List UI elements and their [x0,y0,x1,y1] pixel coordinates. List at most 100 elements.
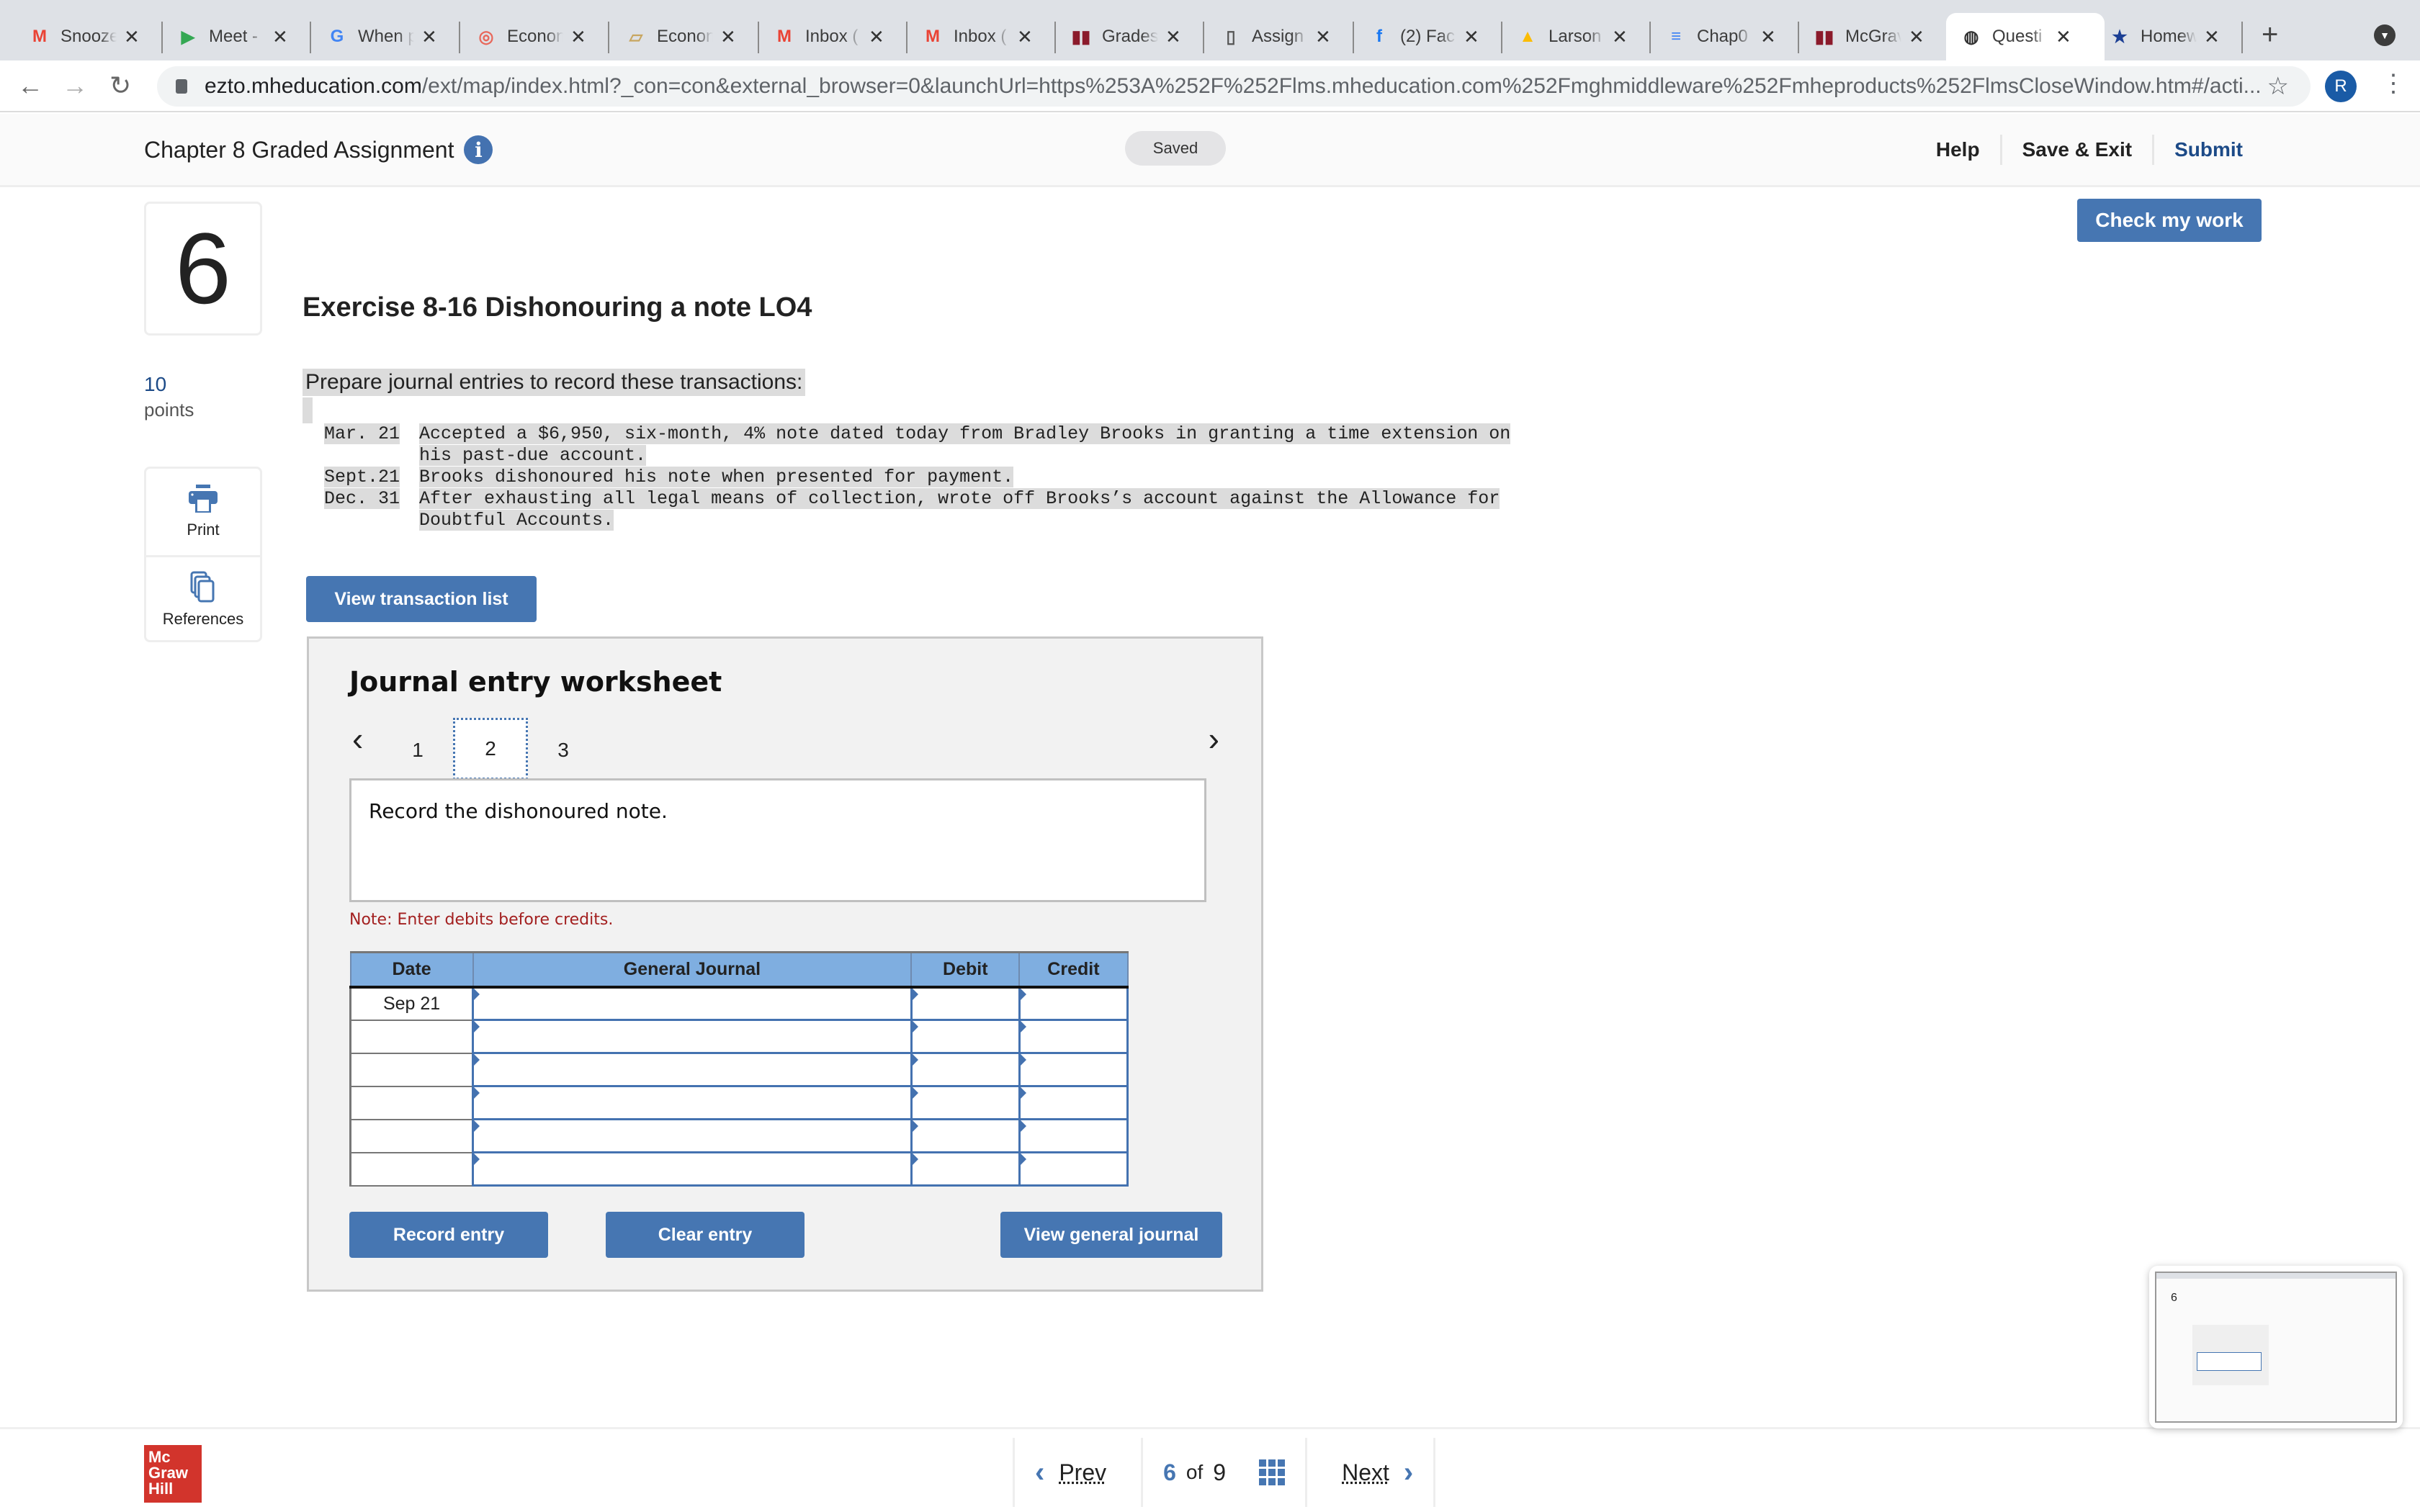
prev-label: Prev [1059,1459,1107,1485]
account-select[interactable] [474,1120,910,1151]
close-tab-icon[interactable]: ✕ [2056,26,2071,48]
question-position[interactable]: 6 of 9 [1141,1438,1305,1507]
credit-input[interactable] [1020,1021,1126,1052]
close-tab-icon[interactable]: ✕ [2204,26,2220,48]
close-tab-icon[interactable]: ✕ [1017,26,1033,48]
tab-search-icon[interactable]: ▼ [2374,24,2396,46]
close-tab-icon[interactable]: ✕ [421,26,437,48]
worksheet-next-chevron-icon[interactable]: › [1209,719,1219,758]
journal-date-cell [349,1020,474,1054]
browser-tab[interactable]: G When p ✕ [312,16,460,58]
url-path: /ext/map/index.html?_con=con&external_br… [421,74,2262,98]
debit-input[interactable] [912,1054,1018,1085]
worksheet-title: Journal entry worksheet [349,666,722,698]
grid-icon[interactable] [1259,1459,1286,1485]
browser-tab[interactable]: ▮▮ Grades ✕ [1056,16,1204,58]
close-tab-icon[interactable]: ✕ [1760,26,1776,48]
credit-input[interactable] [1020,988,1126,1019]
worksheet-prev-chevron-icon[interactable]: ‹ [352,719,363,758]
worksheet-tab-3[interactable]: 3 [526,719,601,781]
worksheet-tab-2[interactable]: 2 [453,718,528,780]
browser-tab[interactable]: ▮▮ McGrav ✕ [1799,16,1948,58]
credit-input[interactable] [1020,1153,1126,1184]
browser-tab[interactable]: f (2) Fac ✕ [1354,16,1502,58]
clear-entry-button[interactable]: Clear entry [606,1212,805,1258]
view-general-journal-button[interactable]: View general journal [1000,1212,1222,1258]
close-tab-icon[interactable]: ✕ [720,26,736,48]
browser-tab[interactable]: ▶ Meet - ✕ [163,16,311,58]
journal-row [349,1052,1129,1087]
worksheet-tab-1[interactable]: 1 [380,719,455,781]
close-tab-icon[interactable]: ✕ [1464,26,1479,48]
debit-cell [910,1052,1021,1087]
close-tab-icon[interactable]: ✕ [1165,26,1181,48]
debit-input[interactable] [912,1021,1018,1052]
account-cell [472,1151,913,1187]
view-transaction-list-button[interactable]: View transaction list [306,576,537,622]
close-tab-icon[interactable]: ✕ [1909,26,1924,48]
transaction-date-text: Dec. 31 [324,488,400,509]
close-tab-icon[interactable]: ✕ [869,26,884,48]
browser-tab[interactable]: M Inbox (✕ [908,16,1056,58]
debit-input[interactable] [912,1120,1018,1151]
account-select[interactable] [474,1054,910,1085]
browser-tab[interactable]: ≡ Chap0 ✕ [1651,16,1799,58]
browser-menu-icon[interactable]: ⋮ [2381,69,2406,98]
browser-tab[interactable]: ★ Homew ✕ [2094,16,2243,58]
references-button[interactable]: References [146,555,260,642]
tab-separator [1054,22,1056,53]
browser-tab[interactable]: ▱ Econon ✕ [611,16,759,58]
bookmark-star-icon[interactable]: ☆ [2267,72,2289,101]
credit-input[interactable] [1020,1054,1126,1085]
debits-credits-note: Note: Enter debits before credits. [349,911,614,929]
address-bar[interactable]: ezto.mheducation.com/ext/map/index.html?… [157,66,2311,107]
profile-avatar[interactable]: R [2325,71,2357,102]
print-button[interactable]: Print [146,469,260,555]
close-tab-icon[interactable]: ✕ [570,26,586,48]
journal-row [349,1085,1129,1120]
close-tab-icon[interactable]: ✕ [1612,26,1628,48]
back-arrow-icon[interactable]: ← [17,71,43,101]
browser-tab[interactable]: ◎ Econon ✕ [461,16,609,58]
browser-tab[interactable]: M Inbox (✕ [759,16,908,58]
debit-cell [910,1019,1021,1054]
close-tab-icon[interactable]: ✕ [124,26,140,48]
account-select[interactable] [474,1087,910,1118]
account-select[interactable] [474,1021,910,1052]
close-tab-icon[interactable]: ✕ [272,26,288,48]
thumbnail-table [2197,1352,2262,1371]
next-button[interactable]: Next › [1305,1438,1436,1507]
screenshot-thumbnail[interactable]: 6 [2149,1266,2403,1428]
tab-separator [1203,22,1204,53]
new-tab-button[interactable]: + [2262,19,2278,51]
record-entry-button[interactable]: Record entry [349,1212,548,1258]
transaction-row: Sept.21 Brooks dishonoured his note when … [324,467,1658,488]
save-exit-link[interactable]: Save & Exit [2002,134,2153,166]
transaction-row: Mar. 21 Accepted a $6,950, six-month, 4% … [324,423,1658,445]
browser-tab[interactable]: ◍ Questi ✕ [1946,13,2105,60]
debit-input[interactable] [912,988,1018,1019]
credit-cell [1018,1052,1129,1087]
debit-input[interactable] [912,1153,1018,1184]
browser-tab[interactable]: ▲ Larson ✕ [1502,16,1651,58]
logo-line: Hill [148,1480,174,1498]
tab-title: When p [358,27,414,46]
account-select[interactable] [474,1153,910,1184]
reload-icon[interactable]: ↻ [109,71,131,101]
transaction-description-text: After exhausting all legal means of coll… [419,488,1500,509]
forward-arrow-icon[interactable]: → [62,71,88,101]
credit-input[interactable] [1020,1087,1126,1118]
prev-button[interactable]: ‹ Prev [1013,1438,1141,1507]
journal-date-cell [349,1152,474,1187]
close-tab-icon[interactable]: ✕ [1315,26,1331,48]
debit-input[interactable] [912,1087,1018,1118]
browser-tab[interactable]: ▯ Assign ✕ [1206,16,1354,58]
submit-link[interactable]: Submit [2154,134,2263,166]
check-my-work-button[interactable]: Check my work [2077,199,2262,242]
account-select[interactable] [474,988,910,1019]
transaction-date: Sept.21 [324,467,419,488]
credit-input[interactable] [1020,1120,1126,1151]
help-link[interactable]: Help [1916,134,2000,166]
info-icon[interactable]: i [464,135,493,164]
browser-tab[interactable]: M Snooze ✕ [14,16,163,58]
